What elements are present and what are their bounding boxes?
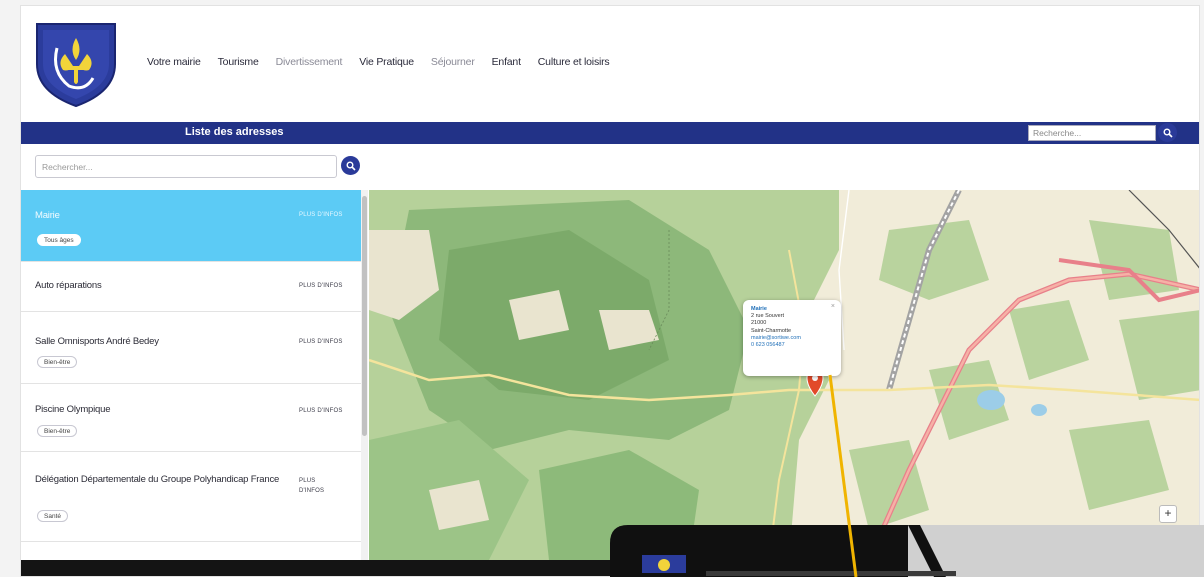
- list-item-salle-omnisports[interactable]: Salle Omnisports André Bedey PLUS D'INFO…: [21, 312, 361, 384]
- map-view[interactable]: × Mairie 2 rue Souvert 21000 Saint-Charm…: [369, 190, 1199, 560]
- close-icon[interactable]: ×: [831, 303, 835, 310]
- more-info-link[interactable]: PLUS D'INFOS: [299, 476, 329, 496]
- more-info-link[interactable]: PLUS D'INFOS: [299, 408, 343, 414]
- list-scrollbar[interactable]: [361, 190, 368, 560]
- nav-votre-mairie[interactable]: Votre mairie: [147, 56, 201, 68]
- popup-title: Mairie: [751, 306, 767, 312]
- nav-vie-pratique[interactable]: Vie Pratique: [359, 56, 414, 68]
- list-item-piscine-olympique[interactable]: Piscine Olympique PLUS D'INFOS Bien-être: [21, 384, 361, 452]
- address-list: Mairie PLUS D'INFOS Tous âges Auto répar…: [21, 190, 361, 560]
- address-list-bar: Liste des adresses Recherche...: [21, 122, 1199, 144]
- list-item-name: Auto réparations: [35, 280, 102, 291]
- scrollbar-thumb[interactable]: [362, 196, 367, 436]
- list-item-name: Mairie: [35, 210, 60, 221]
- more-info-link[interactable]: PLUS D'INFOS: [299, 283, 343, 289]
- nav-enfant[interactable]: Enfant: [492, 56, 521, 68]
- nav-divertissement[interactable]: Divertissement: [276, 56, 343, 68]
- secondary-window-overlay: [610, 525, 1204, 577]
- coat-of-arms-logo[interactable]: [33, 20, 119, 108]
- zoom-in-button[interactable]: +: [1159, 505, 1177, 523]
- top-search-button[interactable]: [1158, 123, 1177, 142]
- category-tag: Bien-être: [37, 356, 78, 368]
- more-info-link[interactable]: PLUS D'INFOS: [299, 212, 343, 218]
- list-item-name: Délégation Départementale du Groupe Poly…: [35, 474, 280, 485]
- coat-of-arms-logo: [642, 555, 686, 573]
- popup-city: Saint-Charmotte: [751, 327, 792, 334]
- main-nav: Votre mairie Tourisme Divertissement Vie…: [147, 56, 626, 68]
- category-tag: Santé: [37, 510, 68, 522]
- nav-tourisme[interactable]: Tourisme: [218, 56, 259, 68]
- address-list-title: Liste des adresses: [185, 126, 284, 138]
- sidebar-search-input[interactable]: Rechercher...: [35, 155, 337, 178]
- top-search-input[interactable]: Recherche...: [1028, 125, 1156, 141]
- list-item-name: Salle Omnisports André Bedey: [35, 336, 159, 347]
- site-header: Votre mairie Tourisme Divertissement Vie…: [21, 6, 1199, 122]
- popup-postcode: 21000: [751, 320, 767, 327]
- category-tag: Bien-être: [37, 425, 78, 437]
- list-item-mairie[interactable]: Mairie PLUS D'INFOS Tous âges: [21, 190, 361, 262]
- search-icon: [346, 161, 356, 171]
- popup-street: 2 rue Souvert: [751, 313, 785, 320]
- list-item-name: Piscine Olympique: [35, 404, 111, 415]
- category-tag: Tous âges: [37, 234, 81, 246]
- site-frame: Votre mairie Tourisme Divertissement Vie…: [20, 5, 1200, 577]
- list-item-auto-reparations[interactable]: Auto réparations PLUS D'INFOS: [21, 262, 361, 312]
- popup-phone-link[interactable]: 0 623 056487: [751, 342, 833, 349]
- search-icon: [1163, 128, 1173, 138]
- popup-email-link[interactable]: mairie@sortiwe.com: [751, 335, 833, 342]
- nav-culture-et-loisirs[interactable]: Culture et loisirs: [538, 56, 610, 68]
- map-popup: × Mairie 2 rue Souvert 21000 Saint-Charm…: [743, 300, 841, 376]
- sidebar-search-button[interactable]: [341, 156, 360, 175]
- list-item-delegation-polyhandicap[interactable]: Délégation Départementale du Groupe Poly…: [21, 452, 361, 542]
- more-info-link[interactable]: PLUS D'INFOS: [299, 339, 343, 345]
- page: Votre mairie Tourisme Divertissement Vie…: [0, 0, 1204, 577]
- nav-sejourner[interactable]: Séjourner: [431, 56, 475, 68]
